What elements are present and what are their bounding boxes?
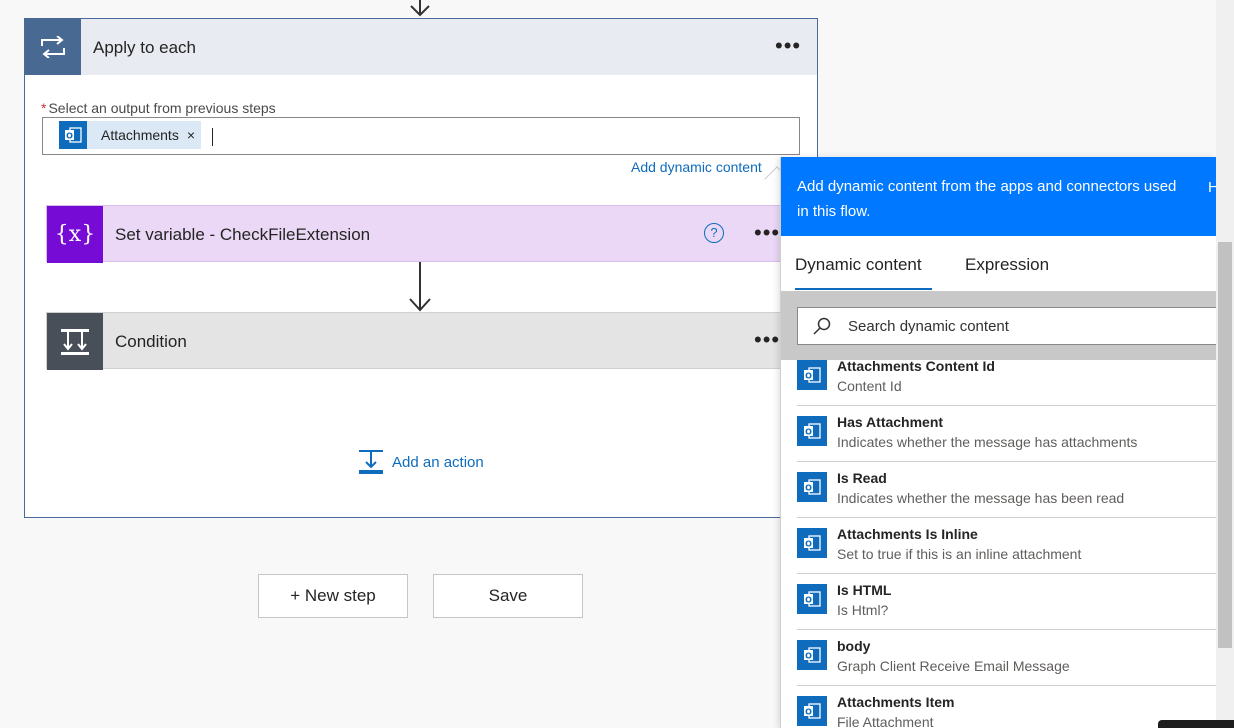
list-item[interactable]: O Attachments Item File Attachment (797, 686, 1216, 728)
apply-to-each-header[interactable]: Apply to each ••• (25, 19, 817, 75)
svg-text:O: O (805, 708, 812, 717)
attachments-token[interactable]: O Attachments × (59, 121, 202, 149)
condition-icon (47, 313, 103, 370)
condition-step[interactable]: Condition ••• (46, 312, 786, 370)
list-item[interactable]: O Has Attachment Indicates whether the m… (797, 406, 1216, 462)
outlook-icon: O (797, 696, 827, 726)
connector-arrow-icon (410, 0, 430, 17)
list-item[interactable]: O Is HTML Is Html? (797, 574, 1216, 630)
outlook-icon: O (797, 528, 827, 558)
outlook-icon: O (797, 640, 827, 670)
svg-text:O: O (66, 132, 73, 141)
svg-text:O: O (805, 652, 812, 661)
outlook-icon: O (797, 360, 827, 390)
more-options-icon[interactable]: ••• (754, 222, 780, 244)
more-options-icon[interactable]: ••• (754, 329, 780, 351)
save-button[interactable]: Save (433, 574, 583, 618)
item-title: Has Attachment (837, 414, 944, 430)
connector-arrow-icon (409, 262, 431, 312)
item-desc: Graph Client Receive Email Message (837, 658, 1070, 674)
token-remove-icon[interactable]: × (187, 127, 195, 143)
item-desc: Content Id (837, 378, 902, 394)
add-action-label: Add an action (392, 453, 484, 471)
item-title: Is Read (837, 470, 887, 486)
add-action-icon (359, 450, 383, 474)
list-item[interactable]: O body Graph Client Receive Email Messag… (797, 630, 1216, 686)
variable-icon: {x} (47, 206, 103, 263)
panel-header: Add dynamic content from the apps and co… (781, 157, 1216, 236)
add-dynamic-content-link[interactable]: Add dynamic content (631, 159, 762, 175)
item-title: Is HTML (837, 582, 892, 598)
loop-icon (25, 19, 81, 75)
outlook-icon: O (797, 416, 827, 446)
tab-dynamic-content[interactable]: Dynamic content (795, 255, 922, 275)
outlook-icon: O (59, 121, 87, 149)
token-label: Attachments (101, 127, 179, 143)
tab-expression[interactable]: Expression (965, 255, 1049, 275)
search-box[interactable] (797, 307, 1216, 345)
item-desc: File Attachment (837, 714, 934, 728)
set-variable-step[interactable]: {x} Set variable - CheckFileExtension ? … (46, 205, 786, 263)
taskbar-corner (1158, 720, 1234, 728)
outlook-icon: O (797, 472, 827, 502)
svg-text:O: O (805, 372, 812, 381)
panel-header-text: Add dynamic content from the apps and co… (797, 178, 1177, 220)
item-title: Attachments Item (837, 694, 955, 710)
field-label: * Select an output from previous steps (41, 100, 276, 116)
output-select-field[interactable]: O Attachments × (42, 117, 800, 155)
help-icon[interactable]: ? (704, 223, 724, 243)
list-item[interactable]: O Is Read Indicates whether the message … (797, 462, 1216, 518)
active-tab-indicator (795, 288, 932, 290)
add-action-button[interactable]: Add an action (358, 449, 484, 475)
dynamic-content-list: O Attachments Content Id Content Id O Ha… (781, 358, 1216, 728)
svg-text:O: O (805, 428, 812, 437)
svg-text:O: O (805, 596, 812, 605)
item-desc: Set to true if this is an inline attachm… (837, 546, 1082, 562)
search-icon (813, 317, 831, 335)
panel-tabs: Dynamic content Expression (781, 236, 1216, 291)
panel-header-extra[interactable]: H (1208, 179, 1216, 196)
set-variable-title: Set variable - CheckFileExtension (115, 225, 371, 244)
svg-text:O: O (805, 540, 812, 549)
item-desc: Indicates whether the message has been r… (837, 490, 1125, 506)
item-title: Attachments Content Id (837, 358, 995, 374)
item-desc: Is Html? (837, 602, 889, 618)
scrollbar-thumb[interactable] (1218, 242, 1232, 648)
text-caret (212, 128, 213, 146)
condition-title: Condition (115, 332, 187, 351)
list-item[interactable]: O Attachments Content Id Content Id (797, 350, 1216, 406)
item-desc: Indicates whether the message has attach… (837, 434, 1138, 450)
more-options-icon[interactable]: ••• (775, 35, 801, 57)
apply-to-each-title: Apply to each (93, 38, 197, 57)
new-step-button[interactable]: + New step (258, 574, 408, 618)
required-asterisk: * (41, 100, 47, 116)
search-input[interactable] (848, 316, 1208, 336)
item-title: Attachments Is Inline (837, 526, 978, 542)
outlook-icon: O (797, 584, 827, 614)
item-title: body (837, 638, 871, 654)
list-item[interactable]: O Attachments Is Inline Set to true if t… (797, 518, 1216, 574)
dynamic-content-panel: Add dynamic content from the apps and co… (780, 157, 1216, 728)
svg-text:O: O (805, 484, 812, 493)
